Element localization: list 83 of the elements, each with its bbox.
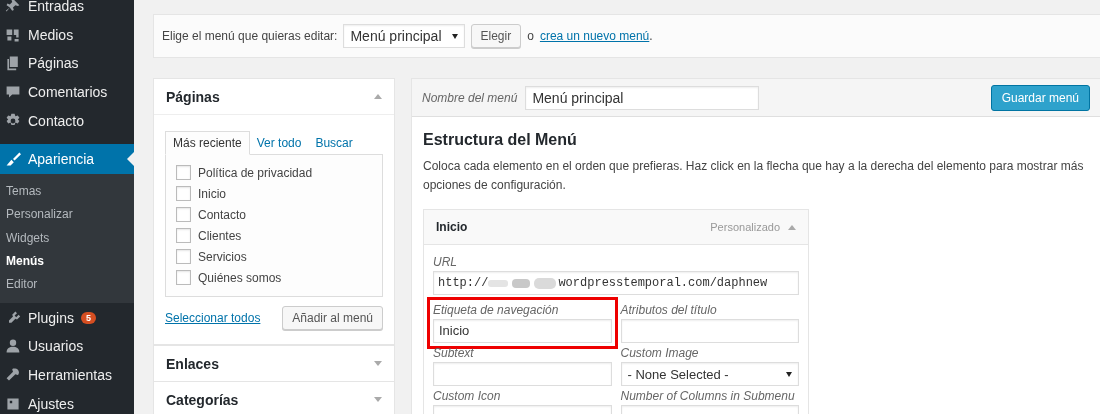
- checkbox[interactable]: [176, 186, 191, 201]
- field-label: Number of Columns in Submenu: [620, 389, 796, 403]
- submenu-item[interactable]: Widgets: [0, 226, 134, 250]
- sidebar-label: Medios: [28, 26, 74, 43]
- sidebar-item[interactable]: Contacto: [0, 106, 134, 135]
- submenu-item[interactable]: Menús: [0, 249, 134, 274]
- sidebar-item[interactable]: Herramientas: [0, 360, 134, 390]
- sidebar-label: Ajustes: [28, 395, 74, 412]
- sidebar-label: Usuarios: [28, 338, 84, 355]
- url-field[interactable]: http:// wordpresstemporal.com/daphnew: [433, 271, 799, 295]
- text-field[interactable]: [433, 362, 612, 386]
- menu-select[interactable]: Menú principal: [343, 24, 465, 48]
- or-text: o: [527, 29, 534, 43]
- tab[interactable]: Ver todo: [249, 132, 309, 154]
- tab[interactable]: Buscar: [308, 132, 360, 154]
- field-label: Atributos del título: [620, 303, 718, 317]
- media-icon: [5, 26, 21, 43]
- menu-item-title: Inicio: [436, 220, 468, 234]
- page-label: Servicios: [198, 249, 247, 264]
- sidebar-item[interactable]: Comentarios: [0, 77, 134, 107]
- choose-button[interactable]: Elegir: [470, 24, 522, 48]
- submenu-item[interactable]: Personalizar: [0, 203, 134, 227]
- field-label: Custom Image: [620, 346, 700, 360]
- period-text: .: [649, 29, 653, 43]
- image-select[interactable]: - None Selected -: [620, 362, 799, 386]
- sidebar-label: Herramientas: [28, 366, 113, 383]
- blurred-text-icon: [488, 276, 559, 290]
- select-all-link[interactable]: Seleccionar todos: [165, 311, 261, 325]
- toggle-arrow-icon[interactable]: [374, 361, 382, 366]
- checkbox[interactable]: [176, 165, 191, 180]
- sidebar-label: Páginas: [28, 55, 79, 72]
- submenu-item[interactable]: Temas: [0, 179, 134, 204]
- page-label: Contacto: [198, 207, 247, 222]
- pages-icon: [5, 55, 21, 72]
- page-label: Inicio: [198, 186, 226, 201]
- page-label: Política de privacidad: [198, 165, 313, 180]
- sidebar-item[interactable]: Medios: [0, 20, 134, 50]
- brush-icon: [5, 150, 21, 167]
- sidebar-item[interactable]: Usuarios: [0, 332, 134, 361]
- field-label: Custom Icon: [433, 389, 502, 403]
- sidebar-item[interactable]: Ajustes: [0, 389, 134, 414]
- page-label: Quiénes somos: [198, 270, 282, 285]
- field-label: Etiqueta de navegación: [433, 303, 560, 317]
- caret-icon: [451, 33, 458, 39]
- user-icon: [5, 338, 21, 355]
- panel-title: Páginas: [166, 88, 220, 105]
- checkbox[interactable]: [176, 270, 191, 285]
- menu-name-field[interactable]: Menú principal: [525, 85, 760, 110]
- sidebar-item[interactable]: Plugins 5: [0, 303, 134, 333]
- page-label: Clientes: [198, 228, 242, 243]
- sidebar-item[interactable]: Entradas: [0, 0, 134, 21]
- toggle-arrow-icon[interactable]: [374, 94, 382, 99]
- section-heading: Estructura del Menú: [423, 131, 578, 149]
- panel-title: Categorías: [166, 391, 239, 408]
- menu-item-header[interactable]: Inicio Personalizado: [424, 210, 808, 245]
- field-label: Subtext: [433, 346, 475, 360]
- toggle-arrow-icon[interactable]: [374, 397, 382, 402]
- sidebar-label: Comentarios: [28, 84, 108, 101]
- sidebar-item[interactable]: Apariencia: [0, 143, 134, 174]
- text-field[interactable]: [620, 319, 799, 343]
- sidebar-item[interactable]: Páginas: [0, 49, 134, 78]
- submenu-item[interactable]: Editor: [0, 273, 134, 297]
- field-label: URL: [433, 255, 458, 269]
- sidebar-label: Apariencia: [28, 150, 95, 167]
- panel-title: Enlaces: [166, 355, 219, 372]
- current-indicator-icon: [127, 151, 134, 166]
- description-text: Coloca cada elemento en el orden que prefieras. Haz click en la flecha que hay a la derecha del elemento para mostrar más opciones de configuración.: [423, 158, 1085, 194]
- caret-icon: [786, 371, 792, 377]
- sidebar-label: Plugins: [28, 309, 74, 326]
- add-to-menu-button[interactable]: Añadir al menú: [282, 306, 383, 330]
- checkbox[interactable]: [176, 207, 191, 222]
- checkbox[interactable]: [176, 228, 191, 243]
- text-field[interactable]: Inicio: [433, 319, 612, 343]
- chooser-label: Elige el menú que quieras editar:: [162, 29, 338, 43]
- wrench-icon: [5, 366, 21, 383]
- menu-name-label: Nombre del menú: [422, 90, 518, 105]
- checkbox[interactable]: [176, 249, 191, 264]
- update-count-badge: 5: [80, 311, 96, 324]
- sidebar-label: Entradas: [28, 0, 85, 15]
- menu-item-type: Personalizado: [710, 221, 780, 233]
- toggle-arrow-icon[interactable]: [788, 224, 796, 230]
- tab[interactable]: Más reciente: [165, 131, 250, 155]
- sidebar-label: Contacto: [28, 112, 85, 129]
